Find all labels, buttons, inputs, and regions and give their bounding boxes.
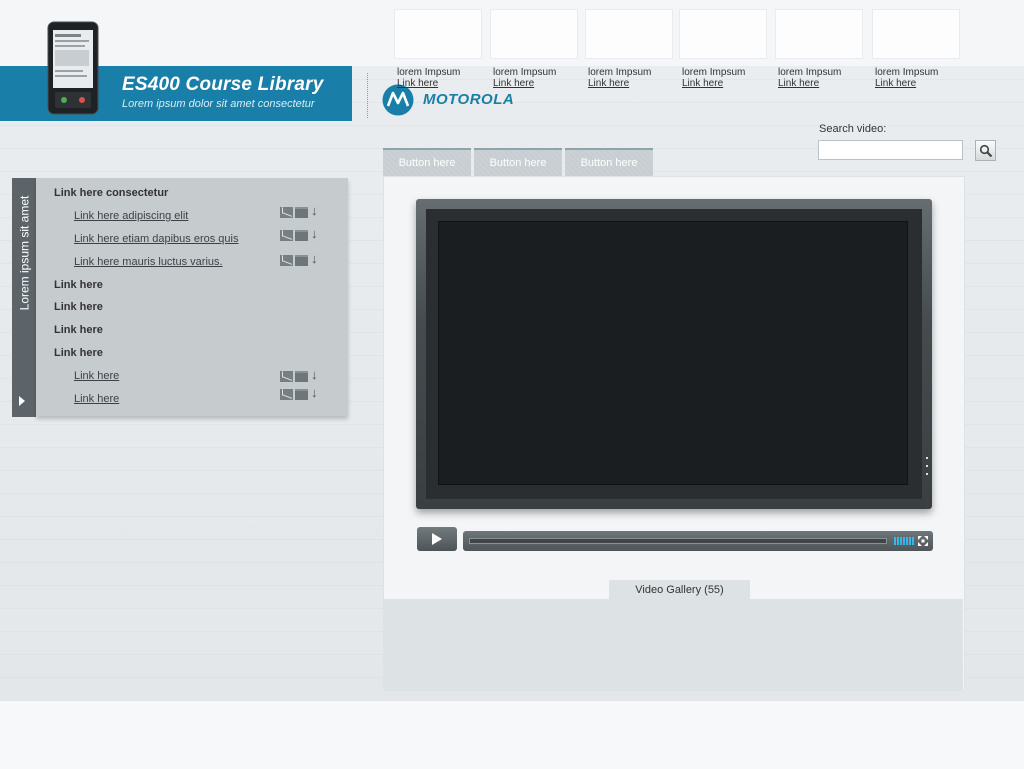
thumbnail-link[interactable]: Link here xyxy=(394,78,482,89)
sidebar-heading[interactable]: Link here xyxy=(54,347,103,359)
search-icon xyxy=(979,144,993,158)
sidebar-link[interactable]: Link here mauris luctus varius. xyxy=(74,256,223,268)
tab-button-3[interactable]: Button here xyxy=(565,148,653,176)
play-button[interactable] xyxy=(417,527,457,551)
email-icon[interactable] xyxy=(280,230,293,241)
sidebar-vertical-label: Lorem ipsum sit amet xyxy=(17,195,32,311)
thumbnail-caption: lorem Impsum xyxy=(875,67,939,78)
thumbnail-link[interactable]: Link here xyxy=(490,78,578,89)
video-thumbnail[interactable] xyxy=(490,9,578,59)
folder-icon[interactable] xyxy=(295,230,308,241)
link-actions xyxy=(280,203,323,218)
link-actions xyxy=(280,226,323,241)
sidebar-link[interactable]: Link here xyxy=(74,393,119,405)
tab-button-2[interactable]: Button here xyxy=(474,148,562,176)
email-icon[interactable] xyxy=(280,371,293,382)
email-icon[interactable] xyxy=(280,255,293,266)
folder-icon[interactable] xyxy=(295,207,308,218)
video-thumbnail[interactable] xyxy=(679,9,767,59)
sidebar-link[interactable]: Link here xyxy=(74,370,119,382)
sidebar-heading[interactable]: Link here xyxy=(54,301,103,313)
link-actions xyxy=(280,385,323,400)
thumbnail-link[interactable]: Link here xyxy=(775,78,863,89)
search-button[interactable] xyxy=(975,140,996,161)
thumbnail-link[interactable]: Link here xyxy=(679,78,767,89)
gallery-tab[interactable]: Video Gallery (55) xyxy=(609,580,750,600)
video-gallery xyxy=(384,599,963,691)
page-subtitle: Lorem ipsum dolor sit amet consectetur xyxy=(122,98,315,110)
sidebar-heading[interactable]: Link here xyxy=(54,279,103,291)
video-screen[interactable] xyxy=(438,221,908,485)
download-icon[interactable] xyxy=(310,226,323,241)
sidebar-expand-icon[interactable] xyxy=(18,396,26,406)
gallery-item: lorem Impsum Link here xyxy=(679,9,767,89)
gallery-item: lorem Impsum Link here xyxy=(394,9,482,89)
player-controls xyxy=(463,531,933,551)
gallery-item: lorem Impsum Link here xyxy=(490,9,578,89)
gallery-item: lorem Impsum Link here xyxy=(585,9,673,89)
footer-band xyxy=(0,700,1024,769)
thumbnail-caption: lorem Impsum xyxy=(778,67,842,78)
thumbnail-caption: lorem Impsum xyxy=(397,67,461,78)
header-divider xyxy=(367,73,368,118)
gallery-item: lorem Impsum Link here xyxy=(872,9,960,89)
video-player[interactable] xyxy=(416,199,932,509)
video-thumbnail[interactable] xyxy=(394,9,482,59)
search-label: Search video: xyxy=(819,123,887,135)
link-actions xyxy=(280,251,323,266)
download-icon[interactable] xyxy=(310,367,323,382)
video-thumbnail[interactable] xyxy=(872,9,960,59)
sidebar-heading[interactable]: Link here xyxy=(54,324,103,336)
tv-indicator-lights xyxy=(926,457,929,481)
thumbnail-link[interactable]: Link here xyxy=(585,78,673,89)
thumbnail-caption: lorem Impsum xyxy=(682,67,746,78)
folder-icon[interactable] xyxy=(295,371,308,382)
download-icon[interactable] xyxy=(310,385,323,400)
download-icon[interactable] xyxy=(310,251,323,266)
link-actions xyxy=(280,367,323,382)
tab-button-1[interactable]: Button here xyxy=(383,148,471,176)
sidebar-link[interactable]: Link here etiam dapibus eros quis xyxy=(74,233,238,245)
search-input[interactable] xyxy=(818,140,963,160)
thumbnail-caption: lorem Impsum xyxy=(588,67,652,78)
brand-name[interactable]: MOTOROLA xyxy=(423,91,514,108)
volume-control[interactable] xyxy=(894,537,914,545)
sidebar-link[interactable]: Link here adipiscing elit xyxy=(74,210,188,222)
phone-image xyxy=(47,21,99,115)
video-thumbnail[interactable] xyxy=(585,9,673,59)
download-icon[interactable] xyxy=(310,203,323,218)
sidebar-heading[interactable]: Link here consectetur xyxy=(54,187,168,199)
seek-bar[interactable] xyxy=(469,538,887,544)
folder-icon[interactable] xyxy=(295,389,308,400)
email-icon[interactable] xyxy=(280,389,293,400)
gallery-item: lorem Impsum Link here xyxy=(775,9,863,89)
video-thumbnail[interactable] xyxy=(775,9,863,59)
folder-icon[interactable] xyxy=(295,255,308,266)
thumbnail-caption: lorem Impsum xyxy=(493,67,557,78)
thumbnail-link[interactable]: Link here xyxy=(872,78,960,89)
play-icon xyxy=(432,533,442,545)
page-title: ES400 Course Library xyxy=(122,74,324,95)
fullscreen-icon[interactable] xyxy=(918,536,928,546)
email-icon[interactable] xyxy=(280,207,293,218)
